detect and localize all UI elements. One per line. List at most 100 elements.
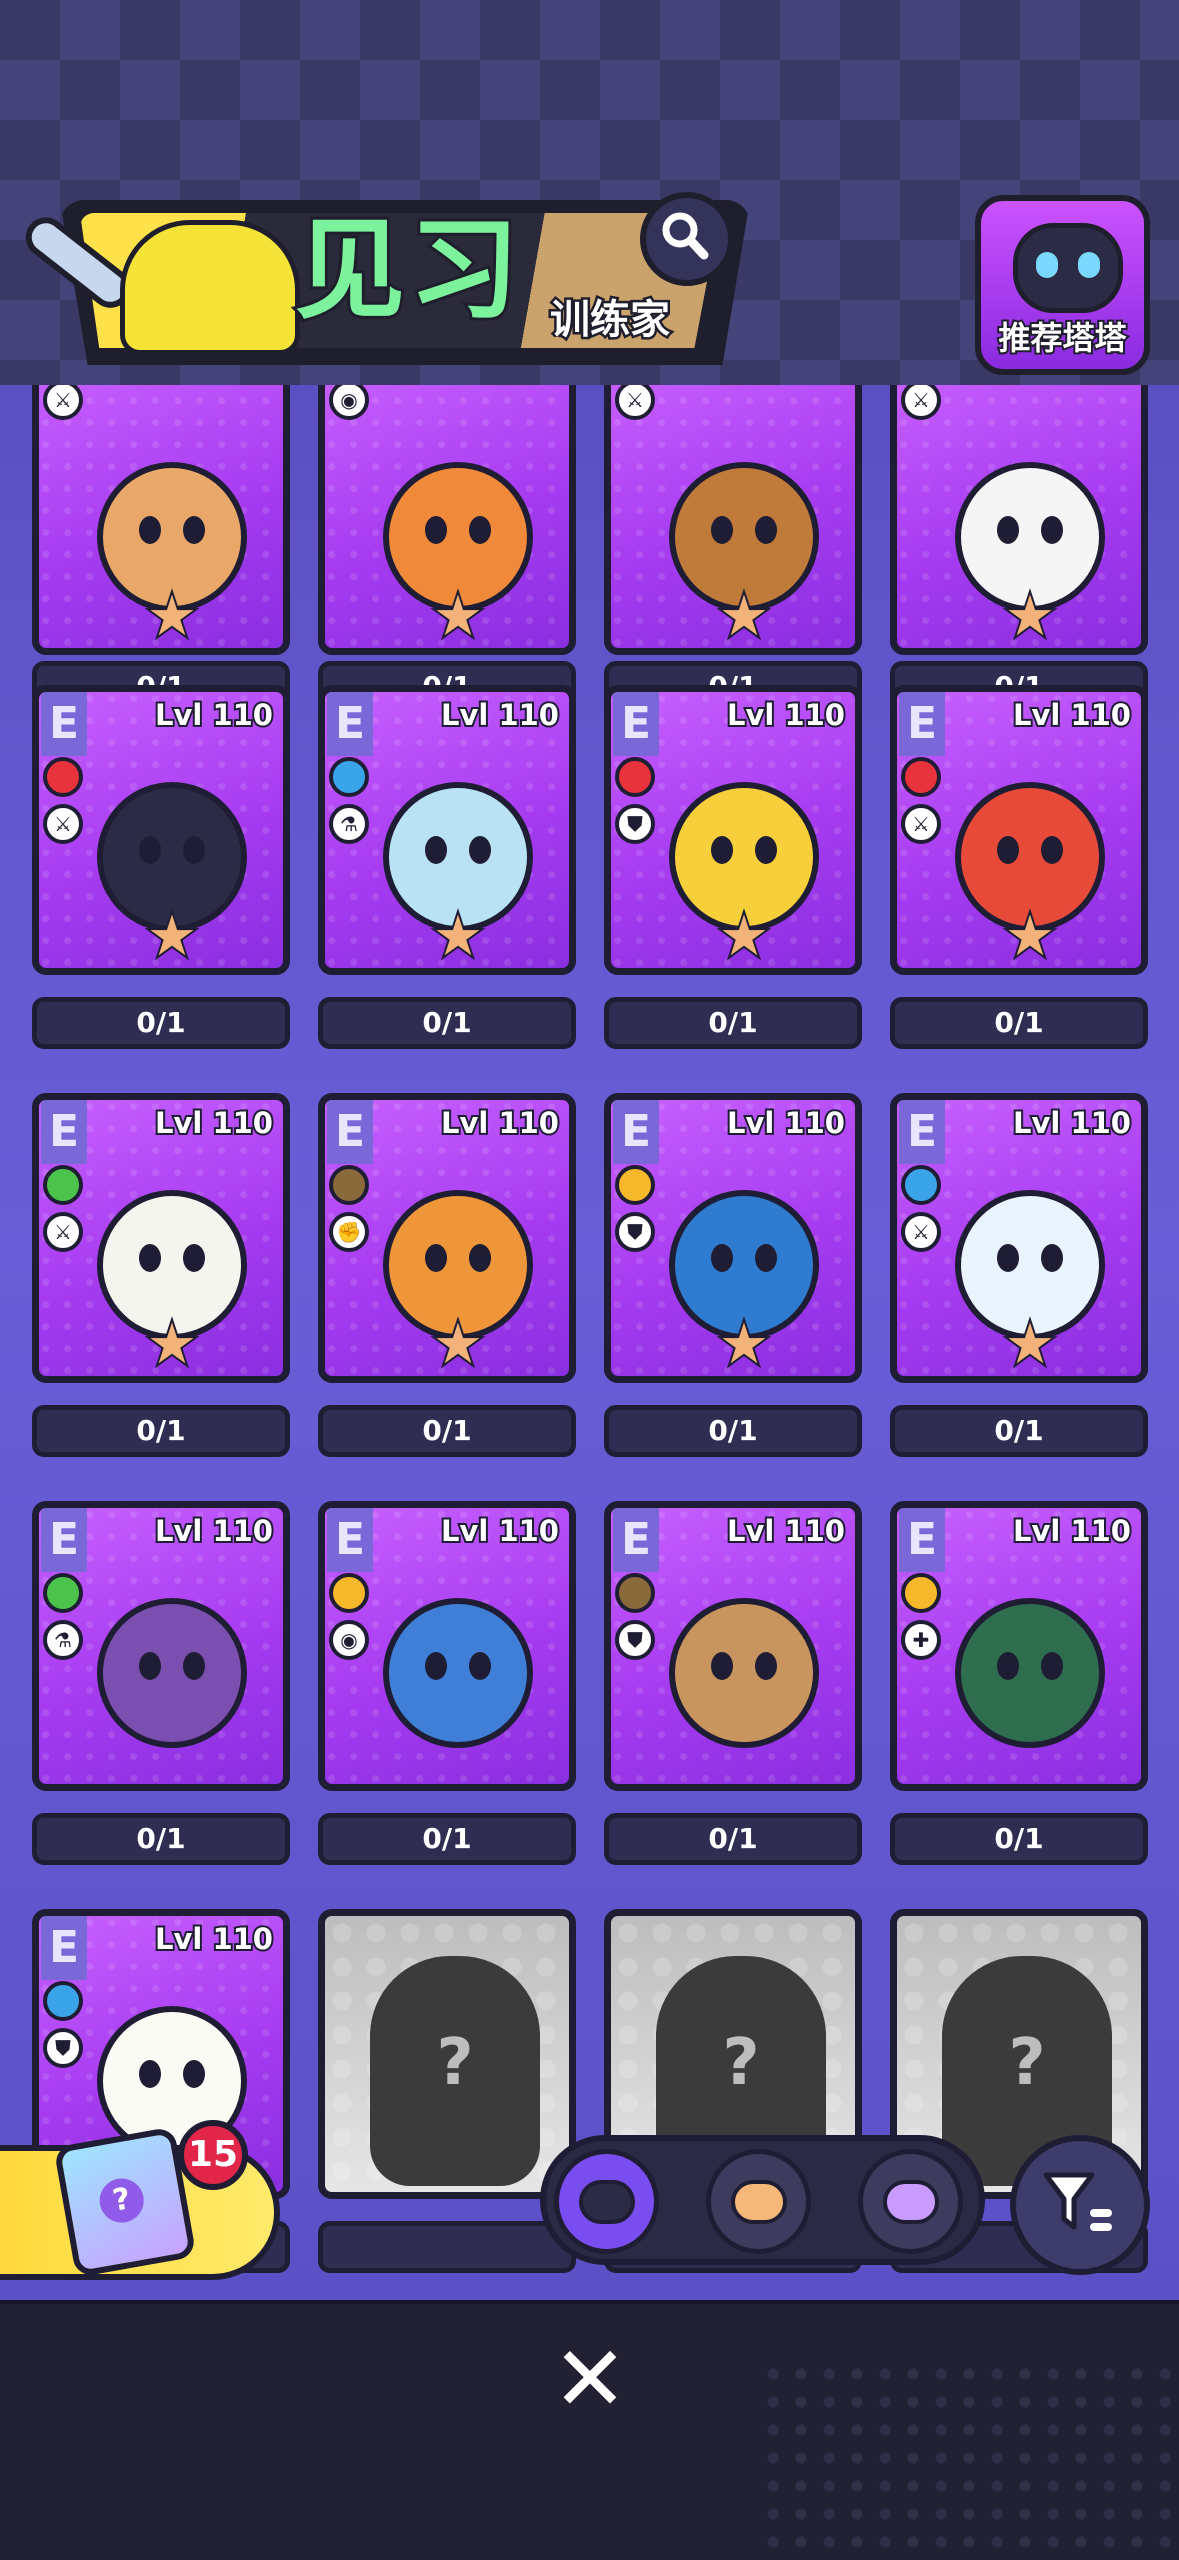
star-icon: ★ — [1003, 1312, 1057, 1377]
star-icon: ★ — [431, 904, 485, 969]
rarity-badge: E — [41, 1100, 87, 1164]
eye-role-icon: ◉ — [329, 385, 369, 420]
hamster-icon — [731, 2180, 787, 2224]
earth-element-icon — [329, 1165, 369, 1205]
card-count: 0/1 — [604, 1813, 862, 1865]
card-count: 0/1 — [318, 997, 576, 1049]
locked-silhouette: ? — [370, 1956, 540, 2186]
card-count — [318, 2221, 576, 2273]
crystal-cat-icon — [883, 2180, 939, 2224]
electric-element-icon — [615, 1165, 655, 1205]
fire-element-icon — [43, 757, 83, 797]
shield-role-icon: ⛊ — [615, 804, 655, 844]
level-label: Lvl 110 — [725, 1512, 847, 1550]
mystery-box-icon: ? — [53, 2126, 197, 2278]
unknown-mark: ? — [1008, 2026, 1046, 2100]
creature-portrait — [97, 1598, 247, 1748]
search-icon — [662, 212, 709, 260]
shield-role-icon: ⛊ — [43, 2028, 83, 2068]
rarity-badge: E — [899, 1100, 945, 1164]
creature-card[interactable]: ⚔ ★ — [604, 385, 862, 655]
fist-role-icon: ✊ — [329, 1212, 369, 1252]
creature-card[interactable]: ⚔ ★ — [32, 385, 290, 655]
creature-card[interactable]: E Lvl 110 ⚗ ★ — [318, 685, 576, 975]
rank-title: 见习 — [292, 206, 523, 334]
water-element-icon — [43, 1981, 83, 2021]
shield-role-icon: ⛊ — [615, 1212, 655, 1252]
creature-card[interactable]: E Lvl 110 ✚ — [890, 1501, 1148, 1791]
rarity-badge: E — [613, 692, 659, 756]
water-element-icon — [329, 757, 369, 797]
close-button[interactable]: ✕ — [545, 2335, 635, 2425]
rarity-badge: E — [613, 1508, 659, 1572]
level-label: Lvl 110 — [1011, 1104, 1133, 1142]
level-label: Lvl 110 — [153, 1512, 275, 1550]
robot-cat-icon — [579, 2180, 635, 2224]
filter-icon — [1043, 2172, 1112, 2231]
category-tab-bar — [540, 2135, 985, 2265]
creature-card[interactable]: E Lvl 110 ⛊ — [604, 1501, 862, 1791]
creature-portrait — [383, 1598, 533, 1748]
fire-element-icon — [901, 757, 941, 797]
potion-role-icon: ⚗ — [329, 804, 369, 844]
search-button[interactable] — [640, 192, 734, 286]
star-icon: ★ — [145, 584, 199, 649]
rarity-badge: E — [327, 692, 373, 756]
nature-element-icon — [43, 1165, 83, 1205]
water-element-icon — [901, 1165, 941, 1205]
star-icon: ★ — [431, 584, 485, 649]
level-label: Lvl 110 — [153, 696, 275, 734]
sword-role-icon: ⚔ — [901, 1212, 941, 1252]
creature-card[interactable]: E Lvl 110 ◉ — [318, 1501, 576, 1791]
creature-portrait — [955, 1598, 1105, 1748]
creature-card[interactable]: E Lvl 110 ⛊ ★ — [604, 685, 862, 975]
robot-cat-icon — [1013, 223, 1123, 313]
sword-role-icon: ⚔ — [43, 385, 83, 420]
star-icon: ★ — [717, 1312, 771, 1377]
level-label: Lvl 110 — [1011, 1512, 1133, 1550]
creature-card[interactable]: E Lvl 110 ⚔ ★ — [890, 1093, 1148, 1383]
card-count: 0/1 — [890, 997, 1148, 1049]
unknown-mark: ? — [436, 2026, 474, 2100]
creature-card[interactable]: E Lvl 110 ⚔ ★ — [32, 1093, 290, 1383]
heal-role-icon: ✚ — [901, 1620, 941, 1660]
sword-role-icon: ⚔ — [43, 1212, 83, 1252]
level-label: Lvl 110 — [439, 1512, 561, 1550]
level-label: Lvl 110 — [725, 696, 847, 734]
level-label: Lvl 110 — [439, 1104, 561, 1142]
creature-portrait — [669, 1598, 819, 1748]
sword-role-icon: ⚔ — [43, 804, 83, 844]
electric-element-icon — [901, 1573, 941, 1613]
star-icon: ★ — [145, 1312, 199, 1377]
level-label: Lvl 110 — [153, 1104, 275, 1142]
recommend-button[interactable]: 推荐塔塔 — [975, 195, 1150, 375]
filter-button[interactable] — [1010, 2135, 1150, 2275]
sword-role-icon: ⚔ — [901, 385, 941, 420]
shield-role-icon: ⛊ — [615, 1620, 655, 1660]
rarity-badge: E — [41, 1916, 87, 1980]
star-icon: ★ — [1003, 904, 1057, 969]
robot-tab[interactable] — [554, 2149, 659, 2254]
level-label: Lvl 110 — [439, 696, 561, 734]
rarity-badge: E — [41, 1508, 87, 1572]
creature-card[interactable]: ⚔ ★ — [890, 385, 1148, 655]
collection-grid[interactable]: ⚔★0/1◉★0/1⚔★0/1⚔★0/1ELvl 110⚔★0/1ELvl 11… — [0, 385, 1179, 2300]
creature-card[interactable]: ? — [318, 1909, 576, 2199]
sword-role-icon: ⚔ — [901, 804, 941, 844]
creature-card[interactable]: E Lvl 110 ✊ ★ — [318, 1093, 576, 1383]
fire-element-icon — [615, 757, 655, 797]
creature-card[interactable]: E Lvl 110 ⚔ ★ — [32, 685, 290, 975]
hamster-tab[interactable] — [706, 2149, 811, 2254]
rarity-badge: E — [327, 1508, 373, 1572]
crystal-tab[interactable] — [858, 2149, 963, 2254]
creature-card[interactable]: E Lvl 110 ⛊ ★ — [604, 1093, 862, 1383]
rarity-badge: E — [327, 1100, 373, 1164]
creature-card[interactable]: E Lvl 110 ⚗ — [32, 1501, 290, 1791]
recommend-label: 推荐塔塔 — [996, 317, 1128, 359]
level-label: Lvl 110 — [153, 1920, 275, 1958]
star-icon: ★ — [717, 904, 771, 969]
creature-card[interactable]: ◉ ★ — [318, 385, 576, 655]
duck-mascot-icon — [120, 220, 300, 355]
mystery-glyph: ? — [96, 2175, 148, 2227]
creature-card[interactable]: E Lvl 110 ⚔ ★ — [890, 685, 1148, 975]
